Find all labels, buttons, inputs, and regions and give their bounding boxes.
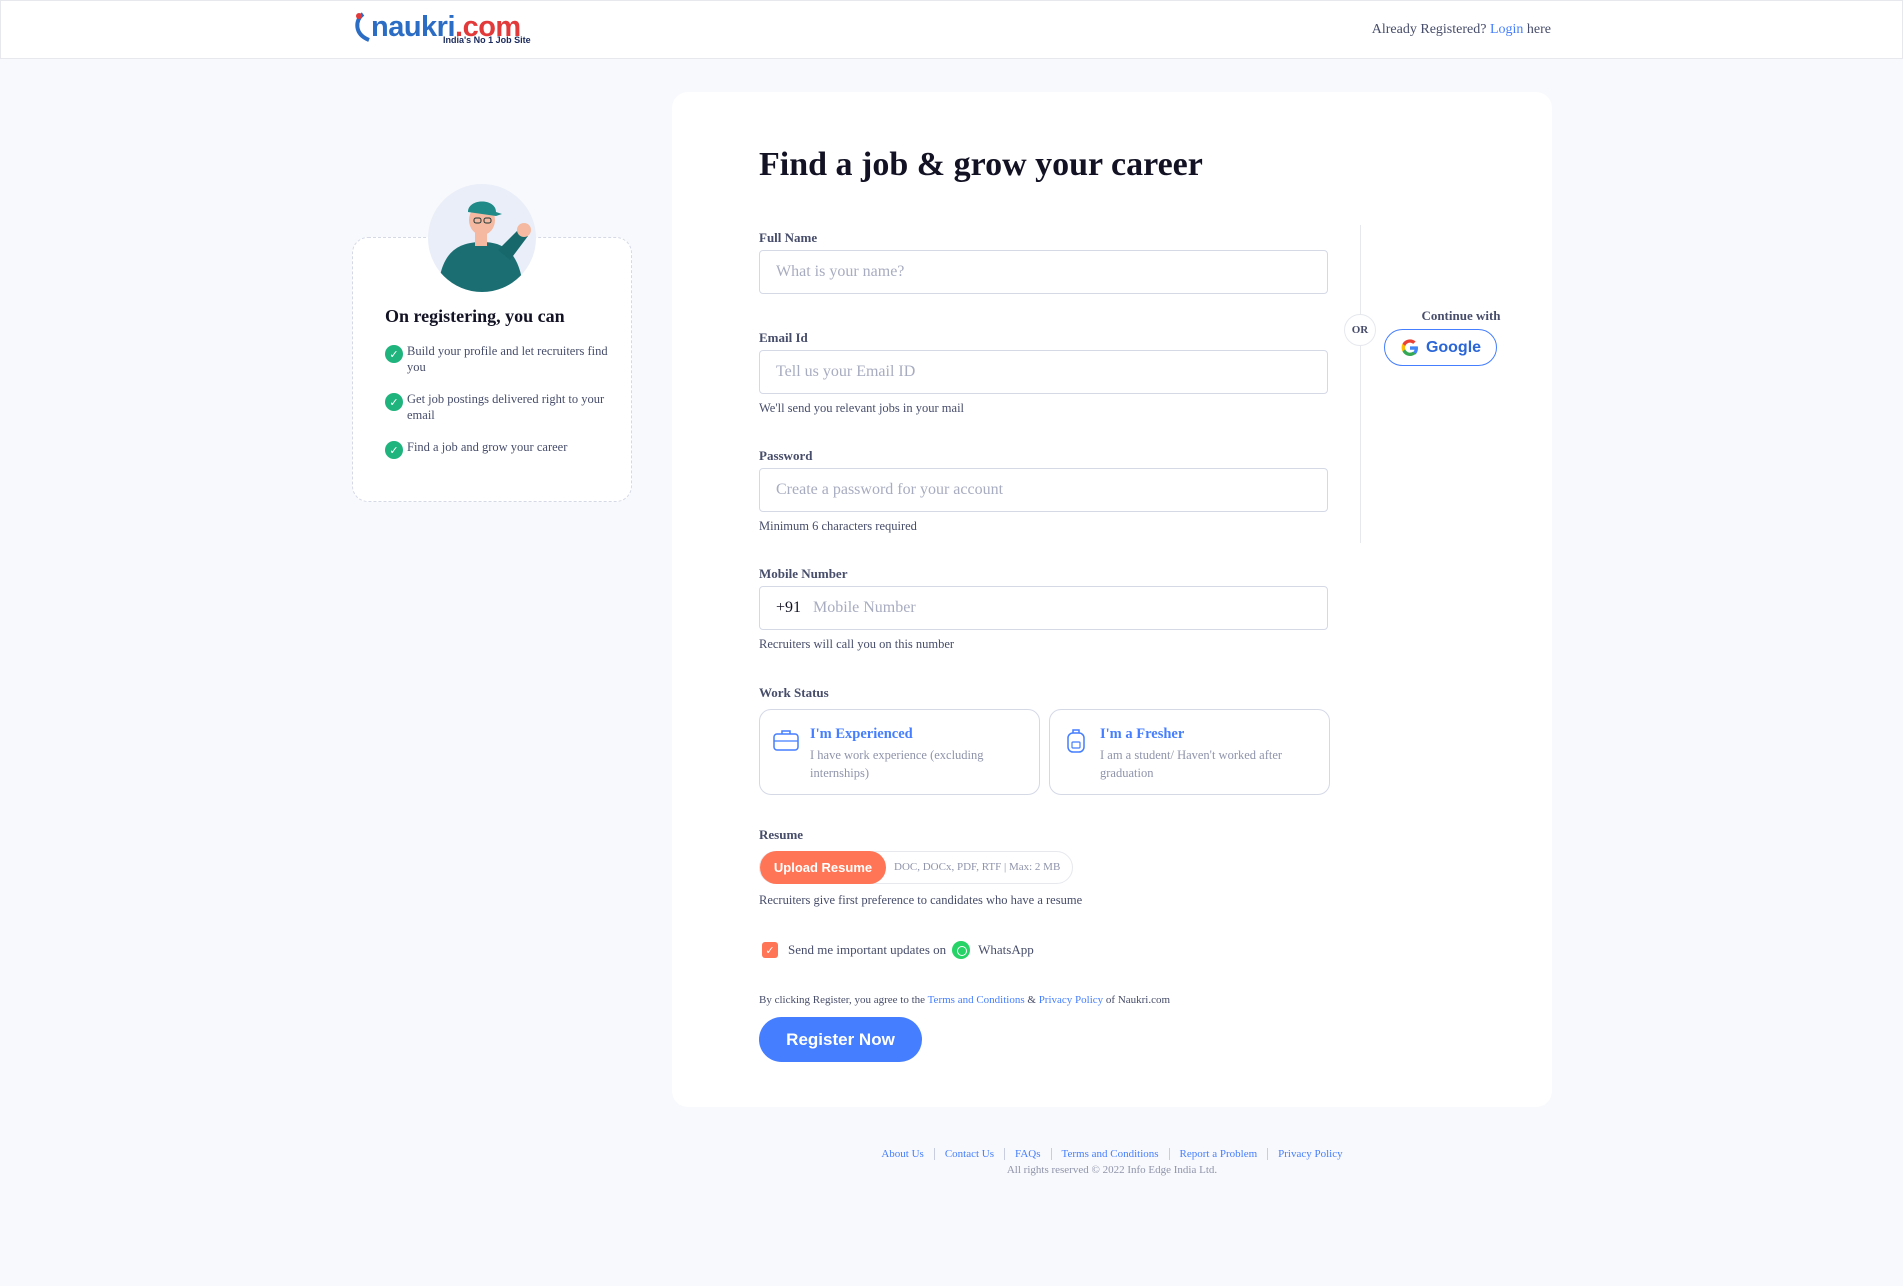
whatsapp-checkbox[interactable]: ✓: [762, 942, 778, 958]
already-registered: Already Registered? Login here: [1371, 22, 1551, 37]
mobile-label: Mobile Number: [759, 566, 848, 581]
password-hint: Minimum 6 characters required: [759, 519, 917, 533]
upload-resume-button[interactable]: Upload Resume: [760, 851, 886, 884]
mobile-hint: Recruiters will call you on this number: [759, 637, 955, 651]
avatar-illustration: [428, 184, 536, 292]
footer-link-contact[interactable]: Contact Us: [934, 1148, 1006, 1160]
full-name-label: Full Name: [759, 230, 818, 245]
check-icon: ✓: [385, 345, 403, 363]
privacy-link[interactable]: Privacy Policy: [1039, 994, 1103, 1006]
or-badge: OR: [1344, 314, 1376, 346]
email-field[interactable]: [759, 350, 1328, 394]
check-icon: ✓: [385, 393, 403, 411]
password-field[interactable]: [759, 468, 1328, 512]
email-label: Email Id: [759, 330, 808, 345]
resume-label: Resume: [759, 827, 804, 842]
top-header: naukri.com India's No 1 Job Site Already…: [0, 0, 1903, 59]
resume-formats: DOC, DOCx, PDF, RTF | Max: 2 MB: [894, 861, 1061, 873]
experienced-option[interactable]: I'm Experienced I have work experience (…: [759, 709, 1040, 795]
footer-link-privacy[interactable]: Privacy Policy: [1268, 1148, 1352, 1160]
register-now-button[interactable]: Register Now: [759, 1017, 922, 1062]
benefits-title: On registering, you can: [385, 306, 565, 326]
logo-tagline: India's No 1 Job Site: [443, 35, 531, 45]
terms-link[interactable]: Terms and Conditions: [928, 994, 1025, 1006]
footer-link-report[interactable]: Report a Problem: [1169, 1148, 1269, 1160]
footer-link-about[interactable]: About Us: [871, 1148, 935, 1160]
login-link[interactable]: Login: [1490, 22, 1523, 37]
country-code: +91: [776, 599, 802, 616]
copyright: All rights reserved © 2022 Info Edge Ind…: [1006, 1164, 1218, 1176]
password-input[interactable]: [760, 469, 1327, 511]
continue-with-label: Continue with: [1421, 308, 1501, 323]
registration-card: Find a job & grow your career Full Name …: [672, 92, 1552, 1107]
google-signin-button[interactable]: Google: [1384, 329, 1497, 366]
password-label: Password: [759, 448, 813, 463]
google-icon: [1401, 338, 1418, 356]
email-hint: We'll send you relevant jobs in your mai…: [759, 401, 965, 415]
whatsapp-icon: [952, 941, 971, 959]
full-name-input[interactable]: [760, 251, 1327, 293]
work-status-label: Work Status: [759, 685, 829, 700]
briefcase-icon: [773, 730, 799, 751]
whatsapp-optin: ✓ Send me important updates on WhatsApp: [762, 941, 1034, 959]
resume-upload: Upload Resume DOC, DOCx, PDF, RTF | Max:…: [759, 851, 1073, 884]
terms-text: By clicking Register, you agree to the T…: [759, 994, 1171, 1006]
mobile-field[interactable]: +91: [759, 586, 1328, 630]
footer-link-faqs[interactable]: FAQs: [1005, 1148, 1052, 1160]
vertical-divider: [1360, 225, 1361, 543]
footer-link-terms[interactable]: Terms and Conditions: [1051, 1148, 1170, 1160]
benefit-item: ✓ Find a job and grow your career: [385, 439, 625, 459]
naukri-logo[interactable]: naukri.com India's No 1 Job Site: [351, 9, 541, 49]
page-title: Find a job & grow your career: [759, 146, 1203, 183]
benefit-item: ✓ Build your profile and let recruiters …: [385, 343, 625, 375]
full-name-field[interactable]: [759, 250, 1328, 294]
backpack-icon: [1067, 729, 1085, 753]
mobile-input[interactable]: [801, 587, 1327, 629]
email-input[interactable]: [760, 351, 1327, 393]
check-icon: ✓: [385, 441, 403, 459]
logo-swoosh-icon: [355, 12, 370, 42]
footer-links: About Us Contact Us FAQs Terms and Conditio…: [0, 1148, 1903, 1160]
benefit-item: ✓ Get job postings delivered right to yo…: [385, 391, 625, 423]
fresher-option[interactable]: I'm a Fresher I am a student/ Haven't wo…: [1049, 709, 1330, 795]
resume-hint: Recruiters give first preference to cand…: [759, 893, 1083, 907]
